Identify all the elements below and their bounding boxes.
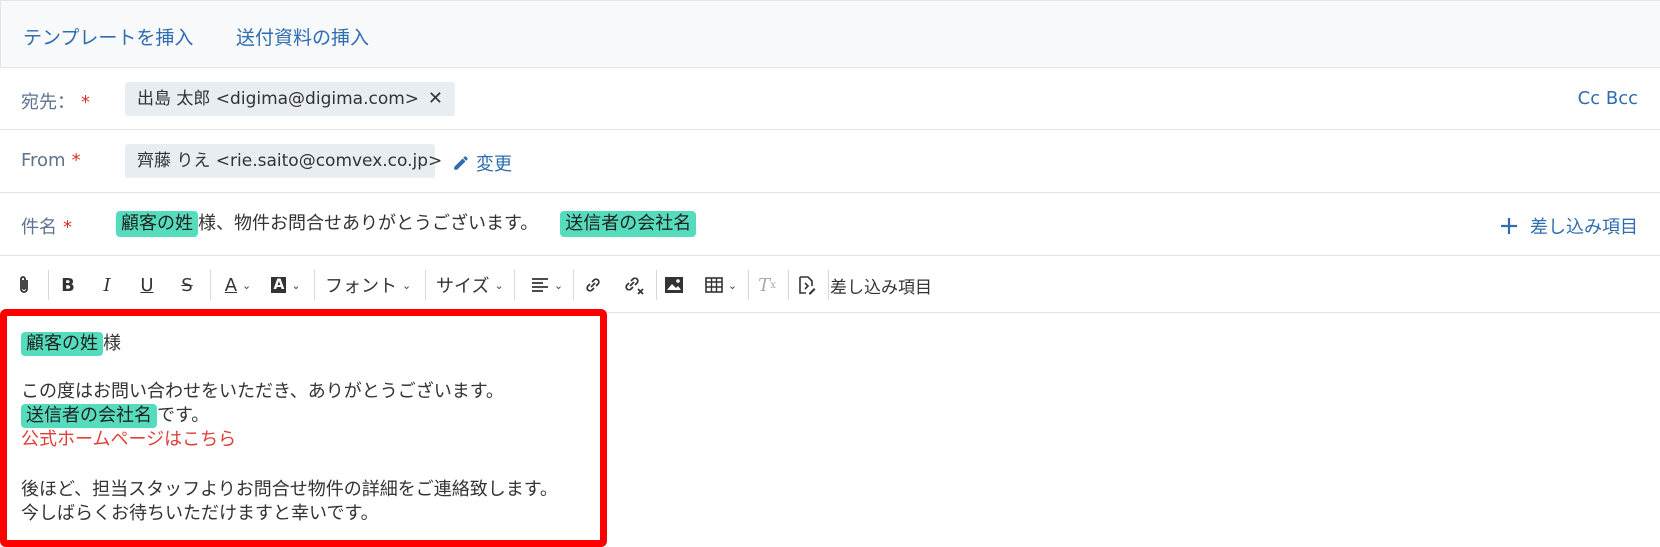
body-line: 後ほど、担当スタッフよりお問合せ物件の詳細をご連絡致します。: [21, 479, 558, 500]
chevron-down-icon: ⌄: [494, 278, 504, 292]
merge-field-button[interactable]: 差し込み項目: [1500, 213, 1638, 239]
pencil-icon: [454, 156, 468, 170]
homepage-link[interactable]: 公式ホームページはこちら: [21, 428, 236, 452]
insert-attachment-link[interactable]: 送付資料の挿入: [236, 23, 369, 50]
recipient-address: 出島 太郎 <digima@digima.com>: [137, 89, 420, 109]
merge-field-icon[interactable]: [795, 272, 817, 298]
body-line: 今しばらくお待ちいただけますと幸いです。: [21, 503, 379, 524]
required-mark: *: [71, 150, 81, 171]
toolbar-divider: [314, 270, 315, 300]
editor-toolbar: B I U S A ⌄ A ⌄ フォント ⌄ サイズ ⌄ ⌄ ⌄ Tx 差し込み項目: [0, 256, 1660, 313]
subject-text: 様、物件お問合せありがとうございます。: [198, 213, 539, 234]
text-color-icon[interactable]: A ⌄: [220, 272, 256, 298]
body-line: この度はお問い合わせをいただき、ありがとうございます。: [21, 381, 504, 402]
strikethrough-icon[interactable]: S: [176, 272, 198, 298]
merge-field-label: 差し込み項目: [1530, 217, 1638, 238]
table-icon[interactable]: ⌄: [703, 272, 739, 298]
recipient-chip[interactable]: 出島 太郎 <digima@digima.com> ✕: [125, 82, 455, 116]
email-body-editor[interactable]: 顧客の姓様 この度はお問い合わせをいただき、ありがとうございます。 送信者の会社…: [0, 309, 607, 547]
required-mark: *: [81, 92, 90, 113]
cc-bcc-link[interactable]: Cc Bcc: [1578, 88, 1638, 109]
change-sender-button[interactable]: 変更: [452, 150, 512, 176]
unlink-icon[interactable]: [622, 272, 646, 298]
from-row: From * 齊藤 りえ <rie.saito@comvex.co.jp> 変更: [0, 130, 1660, 193]
toolbar-divider: [828, 270, 829, 300]
paperclip-icon[interactable]: [14, 272, 34, 298]
font-dropdown[interactable]: フォント ⌄: [325, 272, 411, 298]
toolbar-divider: [514, 270, 515, 300]
to-row: 宛先： * 出島 太郎 <digima@digima.com> ✕ Cc Bcc: [0, 68, 1660, 130]
font-label: フォント: [325, 276, 397, 297]
merge-tag-customer: 顧客の姓: [21, 332, 103, 356]
size-dropdown[interactable]: サイズ ⌄: [436, 272, 504, 298]
toolbar-divider: [656, 270, 657, 300]
chevron-down-icon: ⌄: [402, 278, 412, 292]
honorific-text: 様: [103, 333, 121, 354]
from-label: From *: [21, 150, 81, 171]
merge-tag-customer: 顧客の姓: [116, 211, 198, 237]
clear-format-icon[interactable]: Tx: [756, 272, 778, 298]
toolbar-divider: [210, 270, 211, 300]
merge-tag-company: 送信者の会社名: [560, 211, 697, 237]
merge-field-toolbar-button[interactable]: 差し込み項目: [830, 272, 932, 298]
toolbar-divider: [48, 270, 49, 300]
template-toolbar: テンプレートを挿入 送付資料の挿入: [0, 0, 1660, 68]
subject-label: 件名 *: [21, 217, 72, 238]
underline-icon[interactable]: U: [136, 272, 158, 298]
close-icon[interactable]: ✕: [428, 82, 443, 116]
desu-text: です。: [157, 405, 210, 426]
toolbar-divider: [748, 270, 749, 300]
size-label: サイズ: [436, 276, 490, 297]
subject-input[interactable]: 顧客の姓 様、物件お問合せありがとうございます。 送信者の会社名: [116, 211, 697, 237]
subject-row: 件名 * 顧客の姓 様、物件お問合せありがとうございます。 送信者の会社名 差し込み項…: [0, 193, 1660, 256]
bold-icon[interactable]: B: [57, 272, 79, 298]
merge-tag-company: 送信者の会社名: [21, 404, 157, 428]
link-icon[interactable]: [582, 272, 604, 298]
required-mark: *: [63, 217, 72, 238]
toolbar-divider: [573, 270, 574, 300]
sender-address: 齊藤 りえ <rie.saito@comvex.co.jp>: [137, 151, 443, 171]
plus-icon: [1501, 218, 1517, 234]
italic-icon[interactable]: I: [96, 272, 118, 298]
change-label: 変更: [476, 154, 512, 175]
image-icon[interactable]: [663, 272, 685, 298]
background-color-icon[interactable]: A ⌄: [268, 272, 304, 298]
toolbar-divider: [788, 270, 789, 300]
toolbar-divider: [425, 270, 426, 300]
align-icon[interactable]: ⌄: [527, 272, 567, 298]
body-company-line: 送信者の会社名 です。: [21, 404, 209, 428]
to-label: 宛先： *: [21, 92, 90, 113]
sender-chip: 齊藤 りえ <rie.saito@comvex.co.jp>: [125, 144, 442, 178]
body-greeting-line: 顧客の姓様: [21, 332, 121, 356]
insert-template-link[interactable]: テンプレートを挿入: [23, 23, 193, 50]
